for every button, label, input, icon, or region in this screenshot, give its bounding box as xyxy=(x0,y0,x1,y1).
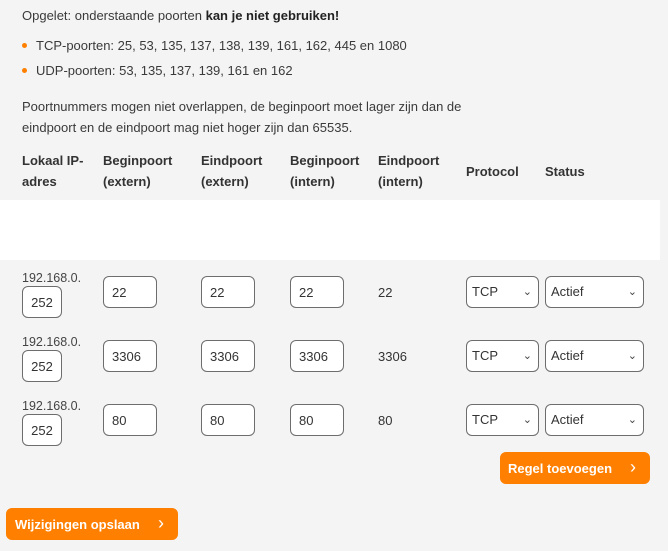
end-port-extern-input[interactable] xyxy=(201,404,255,436)
warning-text: Opgelet: onderstaande poorten kan je nie… xyxy=(22,8,339,23)
start-port-extern-input[interactable] xyxy=(103,276,157,308)
protocol-value: TCP xyxy=(472,412,498,427)
chevron-down-icon: ⌄ xyxy=(522,350,532,362)
udp-ports-item: UDP-poorten: 53, 135, 137, 139, 161 en 1… xyxy=(22,63,293,78)
ip-prefix: 192.168.0. xyxy=(22,399,82,413)
protocol-select[interactable]: TCP ⌄ xyxy=(466,340,539,372)
protocol-select[interactable]: TCP ⌄ xyxy=(466,276,539,308)
header-end-intern: Eindpoort (intern) xyxy=(378,153,440,189)
end-port-extern-input[interactable] xyxy=(201,276,255,308)
add-rule-label: Regel toevoegen xyxy=(508,460,613,476)
chevron-down-icon: ⌄ xyxy=(522,414,532,426)
protocol-value: TCP xyxy=(472,348,498,363)
chevron-down-icon: ⌄ xyxy=(627,350,637,362)
add-rule-button[interactable]: Regel toevoegen › xyxy=(500,452,650,484)
bullet-icon xyxy=(22,43,27,49)
status-select[interactable]: Actief ⌄ xyxy=(545,404,644,436)
status-select[interactable]: Actief ⌄ xyxy=(545,340,644,372)
end-port-intern-value: 3306 xyxy=(378,349,407,364)
start-port-extern-input[interactable] xyxy=(103,340,157,372)
ip-last-octet-input[interactable] xyxy=(22,350,62,382)
protocol-select[interactable]: TCP ⌄ xyxy=(466,404,539,436)
udp-ports-text: UDP-poorten: 53, 135, 137, 139, 161 en 1… xyxy=(36,63,293,78)
ip-prefix: 192.168.0. xyxy=(22,335,82,349)
empty-row-band xyxy=(0,200,660,260)
chevron-right-icon: › xyxy=(630,457,636,478)
warning-prefix: Opgelet: onderstaande poorten xyxy=(22,8,206,23)
chevron-right-icon: › xyxy=(158,513,164,534)
save-changes-button[interactable]: Wijzigingen opslaan › xyxy=(6,508,178,540)
end-port-intern-value: 22 xyxy=(378,285,393,300)
status-value: Actief xyxy=(551,412,584,427)
end-port-intern-value: 80 xyxy=(378,413,393,428)
header-end-extern: Eindpoort (extern) xyxy=(201,153,263,189)
status-value: Actief xyxy=(551,348,584,363)
start-port-extern-input[interactable] xyxy=(103,404,157,436)
header-start-extern: Beginpoort (extern) xyxy=(103,153,173,189)
status-select[interactable]: Actief ⌄ xyxy=(545,276,644,308)
chevron-down-icon: ⌄ xyxy=(627,414,637,426)
header-protocol: Protocol xyxy=(466,164,519,179)
tcp-ports-item: TCP-poorten: 25, 53, 135, 137, 138, 139,… xyxy=(22,38,407,53)
save-changes-label: Wijzigingen opslaan xyxy=(15,516,140,532)
ip-prefix: 192.168.0. xyxy=(22,271,82,285)
tcp-ports-text: TCP-poorten: 25, 53, 135, 137, 138, 139,… xyxy=(36,38,407,53)
start-port-intern-input[interactable] xyxy=(290,340,344,372)
start-port-intern-input[interactable] xyxy=(290,276,344,308)
status-value: Actief xyxy=(551,284,584,299)
header-start-intern: Beginpoort (intern) xyxy=(290,153,360,189)
start-port-intern-input[interactable] xyxy=(290,404,344,436)
port-rules-note: Poortnummers mogen niet overlappen, de b… xyxy=(22,99,462,135)
header-status: Status xyxy=(545,164,585,179)
header-ip: Lokaal IP-adres xyxy=(22,153,84,189)
ip-last-octet-input[interactable] xyxy=(22,414,62,446)
bullet-icon xyxy=(22,68,27,74)
warning-bold: kan je niet gebruiken! xyxy=(205,8,340,23)
protocol-value: TCP xyxy=(472,284,498,299)
end-port-extern-input[interactable] xyxy=(201,340,255,372)
ip-last-octet-input[interactable] xyxy=(22,286,62,318)
chevron-down-icon: ⌄ xyxy=(522,286,532,298)
chevron-down-icon: ⌄ xyxy=(627,286,637,298)
